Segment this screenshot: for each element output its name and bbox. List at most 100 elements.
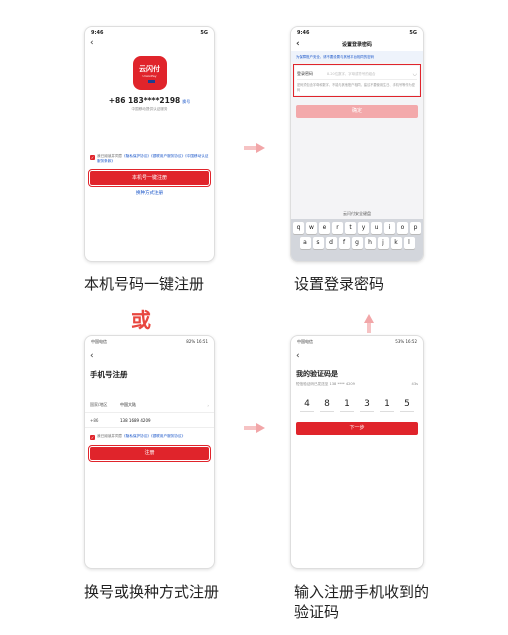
caption-verification-line2: 验证码 [294, 603, 340, 621]
keyboard-key[interactable]: a [299, 237, 311, 249]
agreement-text: 我已阅读并同意《隐私保护协议》《银联用户服务协议》 [97, 434, 185, 439]
keyboard-key[interactable]: t [345, 222, 356, 234]
keyboard-key[interactable]: y [358, 222, 369, 234]
page-title: 设置登录密码 [341, 42, 372, 48]
code-digit: 1 [380, 399, 394, 412]
country-label: 国家/地区 [90, 402, 108, 407]
status-carrier: 中国电信 [297, 338, 313, 344]
masked-phone-number: +86 183****2198 换号 [85, 96, 214, 105]
verification-code-digits[interactable]: 481315 [291, 399, 423, 412]
keyboard-key[interactable]: r [332, 222, 343, 234]
caption-one-tap: 本机号码一键注册 [84, 275, 205, 293]
register-button[interactable]: 注册 [88, 445, 211, 462]
keyboard-key[interactable]: u [371, 222, 382, 234]
caption-verification: 输入注册手机收到的 验证码 [294, 582, 429, 622]
status-carrier: 中国电信 [91, 338, 107, 344]
back-arrow-icon[interactable]: ‹ [85, 38, 214, 48]
arrow-right-icon [256, 143, 265, 153]
back-arrow-icon[interactable]: ‹ [291, 39, 300, 49]
status-bar: 中国电信 82% 16:51 [85, 336, 214, 347]
phone-verification-code: 中国电信 53% 16:52 ‹ 我的验证码是 短信验证码已发送至 138 **… [290, 335, 424, 569]
keyboard-key[interactable]: j [377, 237, 389, 249]
caption-verification-line1: 输入注册手机收到的 [294, 583, 430, 601]
password-hint: 密码须包含字母和数字，不能与其他账户相同，建议不要使用生日、手机号等作为密码 [297, 83, 415, 92]
phone-number-register: 中国电信 82% 16:51 ‹ 手机号注册 国家/地区 中国大陆 › +86 … [84, 335, 215, 569]
one-tap-register-button[interactable]: 本机号一键注册 [88, 169, 211, 187]
password-input[interactable]: 8-20位数字、字母或符号的组合 [327, 71, 413, 76]
status-battery-time: 53% 16:52 [395, 339, 417, 344]
next-button[interactable]: 下一步 [296, 422, 418, 435]
alt-register-link[interactable]: 换种方式注册 [85, 190, 214, 196]
sent-note-row: 短信验证码已发送至 138 **** 4209 43s [291, 379, 423, 387]
phone-set-password: 9:46 5G ‹ 设置登录密码 为保障账户安全，请不要设置与其他平台相同的密码… [290, 26, 424, 262]
or-label: 或 [131, 308, 151, 332]
keyboard-key[interactable]: s [312, 237, 324, 249]
security-notice: 为保障账户安全，请不要设置与其他平台相同的密码 [291, 51, 423, 62]
keyboard-row-1: qwertyuiop [291, 222, 423, 234]
agreement-row: ✓ 我已阅读并同意《隐私保护协议》《银联用户服务协议》《中国移动认证服务条款》 [85, 154, 214, 164]
arrow-up-shaft [367, 323, 371, 333]
phone-number-text: +86 183****2198 [108, 96, 181, 105]
back-arrow-icon[interactable]: ‹ [85, 351, 214, 361]
arrow-up-icon [364, 314, 374, 323]
agreement-text: 我已阅读并同意《隐私保护协议》《银联用户服务协议》《中国移动认证服务条款》 [97, 154, 209, 164]
keyboard-key[interactable]: p [410, 222, 421, 234]
code-digit: 3 [360, 399, 374, 412]
country-code: +86 [90, 417, 99, 423]
agreement-checkbox[interactable]: ✓ [90, 435, 95, 440]
keyboard-key[interactable]: g [351, 237, 363, 249]
service-agreement-link[interactable]: 《银联用户服务协议》 [151, 434, 185, 438]
page-title: 我的验证码是 [296, 370, 338, 378]
password-label: 登录密码 [297, 70, 313, 76]
arrow-right-icon [256, 423, 265, 433]
keyboard-key[interactable]: k [390, 237, 402, 249]
keyboard-key[interactable]: i [384, 222, 395, 234]
status-bar: 中国电信 53% 16:52 [291, 336, 423, 347]
status-signal: 5G [200, 29, 208, 36]
code-digit: 1 [340, 399, 354, 412]
keyboard-key[interactable]: h [364, 237, 376, 249]
arrow-right-shaft [244, 426, 256, 430]
logo-subtext: UnionPay [142, 73, 157, 78]
agreement-prefix: 我已阅读并同意 [97, 154, 123, 158]
code-digit: 8 [320, 399, 334, 412]
confirm-button[interactable]: 确定 [296, 105, 418, 118]
privacy-link[interactable]: 《隐私保护协议》 [122, 434, 151, 438]
agreement-row: ✓ 我已阅读并同意《隐私保护协议》《银联用户服务协议》 [85, 434, 214, 440]
code-digit: 5 [400, 399, 414, 412]
page-title: 手机号注册 [90, 370, 128, 379]
keyboard-key[interactable]: w [306, 222, 317, 234]
keyboard-key[interactable]: d [325, 237, 337, 249]
phone-field[interactable]: +86 138 1689 4209 [85, 413, 214, 428]
keyboard-key[interactable]: f [338, 237, 350, 249]
service-agreement-link[interactable]: 《银联用户服务协议》 [151, 154, 185, 158]
privacy-link[interactable]: 《隐私保护协议》 [122, 154, 151, 158]
phone-input[interactable]: 138 1689 4209 [120, 418, 209, 423]
keyboard-key[interactable]: q [293, 222, 304, 234]
eye-icon[interactable]: ◡ [413, 71, 417, 77]
caption-alt-register: 换号或换种方式注册 [84, 583, 220, 601]
password-section: 登录密码 8-20位数字、字母或符号的组合 ◡ 密码须包含字母和数字，不能与其他… [293, 64, 421, 97]
secure-keyboard: 云闪付安全键盘 qwertyuiop asdfghjkl [291, 209, 423, 261]
arrow-right-shaft [244, 146, 256, 150]
code-digit: 4 [300, 399, 314, 412]
logo-bar-icon [144, 79, 155, 83]
keyboard-key[interactable]: e [319, 222, 330, 234]
agreement-checkbox[interactable]: ✓ [90, 155, 95, 160]
keyboard-key[interactable]: o [397, 222, 408, 234]
sent-note: 短信验证码已发送至 138 **** 4209 [296, 382, 355, 386]
status-signal: 5G [409, 29, 417, 36]
password-field-row: 登录密码 8-20位数字、字母或符号的组合 ◡ [297, 68, 417, 80]
app-logo: 云闪付 UnionPay [132, 56, 167, 90]
status-time: 9:46 [297, 29, 310, 36]
keyboard-row-2: asdfghjkl [291, 237, 423, 249]
countdown-timer: 43s [411, 382, 418, 386]
change-number-link[interactable]: 换号 [182, 99, 190, 104]
back-arrow-icon[interactable]: ‹ [291, 351, 423, 361]
status-bar: 9:46 5G [291, 27, 423, 38]
phone-one-tap-register: 9:46 5G ‹ 云闪付 UnionPay +86 183****2198 换号… [84, 26, 215, 262]
keyboard-title: 云闪付安全键盘 [291, 209, 423, 219]
keyboard-key[interactable]: l [403, 237, 415, 249]
agreement-prefix: 我已阅读并同意 [97, 434, 123, 438]
country-field[interactable]: 国家/地区 中国大陆 › [85, 398, 214, 413]
